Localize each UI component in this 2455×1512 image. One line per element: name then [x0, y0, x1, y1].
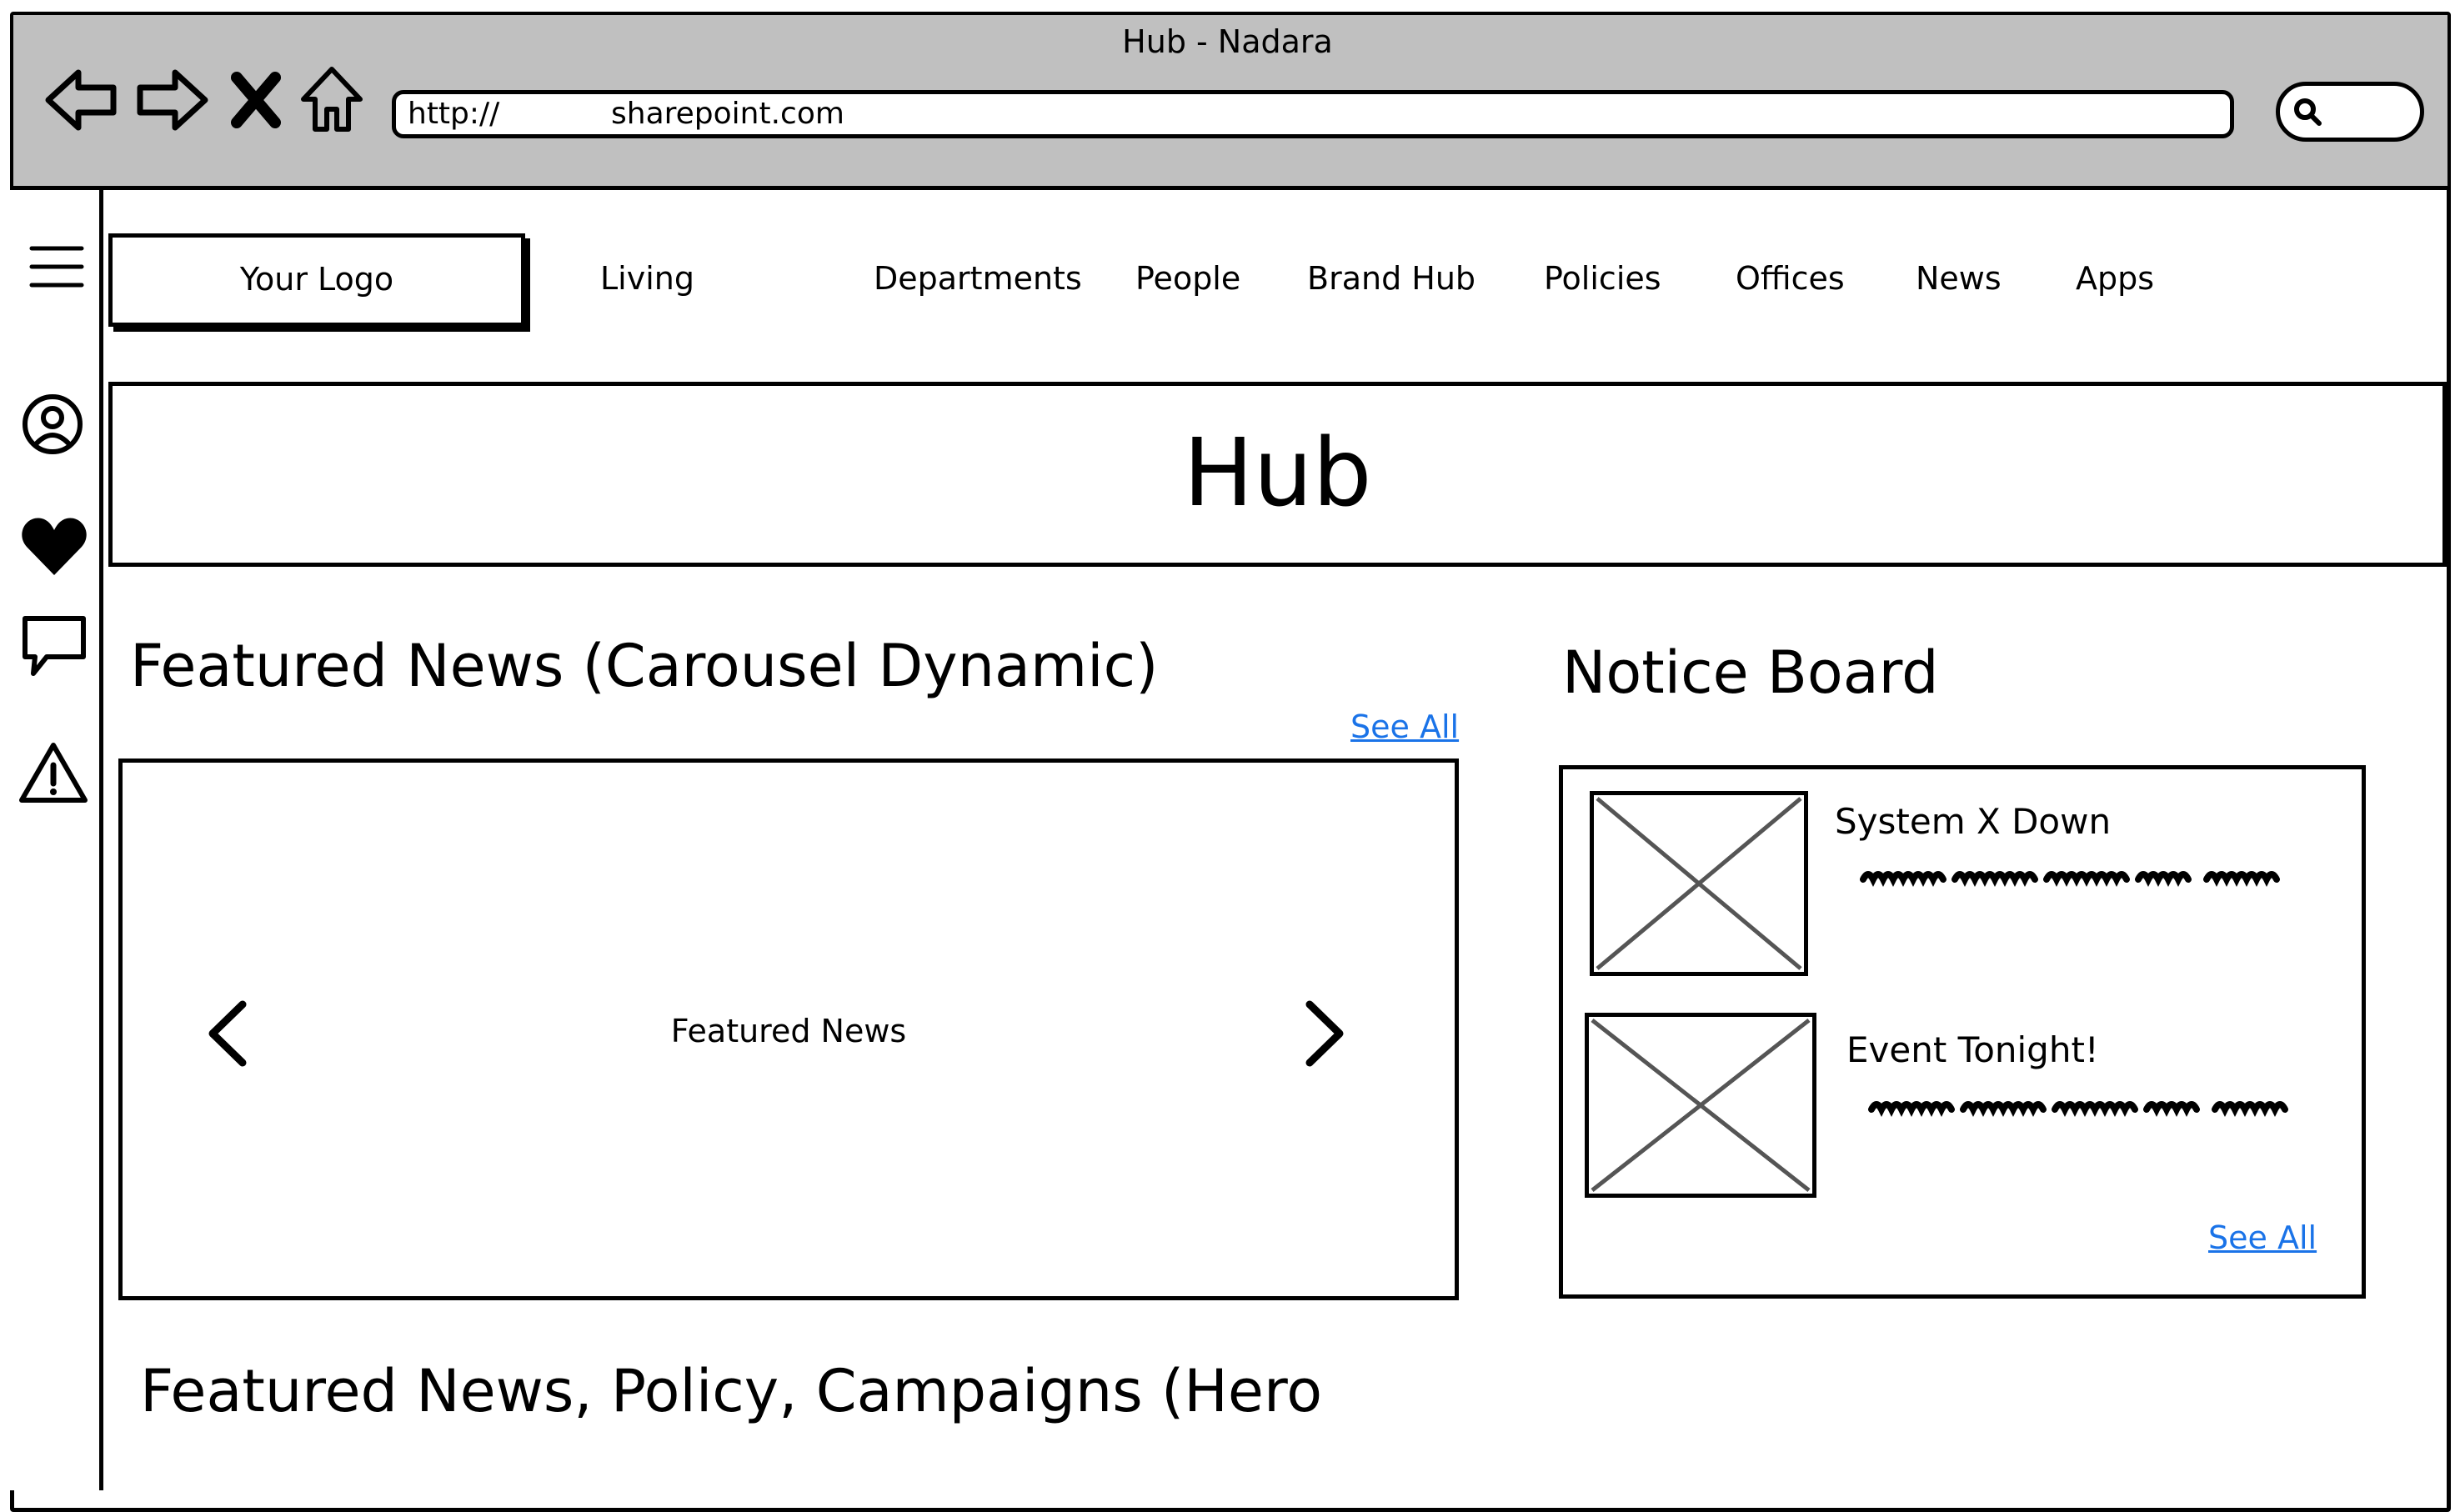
scribble-text-placeholder: [1868, 1101, 2288, 1117]
notice-image-placeholder: [1585, 1013, 1816, 1198]
close-icon[interactable]: [227, 63, 285, 138]
notice-board: System X Down Event Tonight! See All: [1559, 765, 2366, 1299]
user-circle-icon[interactable]: [17, 388, 92, 463]
window-title: Hub - Nadara: [1122, 23, 1333, 60]
notice-see-all-link[interactable]: See All: [2208, 1219, 2317, 1256]
search-icon: [2294, 98, 2322, 126]
nav-link-departments[interactable]: Departments: [874, 260, 1082, 297]
notice-item-title[interactable]: Event Tonight!: [1846, 1029, 2099, 1070]
page-title: Hub: [1183, 419, 1372, 528]
hero-section-heading: Featured News, Policy, Campaigns (Hero: [140, 1357, 1323, 1425]
notice-item-title[interactable]: System X Down: [1835, 801, 2111, 842]
url-protocol: http://: [408, 97, 500, 131]
back-arrow-icon[interactable]: [43, 63, 118, 138]
site-logo[interactable]: Your Logo: [108, 233, 525, 327]
notice-image-placeholder: [1590, 791, 1808, 976]
featured-news-heading: Featured News (Carousel Dynamic): [130, 632, 1159, 700]
address-bar[interactable]: http:// sharepoint.com: [392, 90, 2234, 138]
nav-link-people[interactable]: People: [1135, 260, 1240, 297]
nav-link-policies[interactable]: Policies: [1544, 260, 1661, 297]
image-placeholder-icon: [1591, 1019, 1811, 1192]
nav-link-living[interactable]: Living: [600, 260, 694, 297]
nav-link-apps[interactable]: Apps: [2076, 260, 2154, 297]
warning-icon[interactable]: [17, 737, 92, 812]
forward-arrow-icon[interactable]: [135, 63, 210, 138]
image-placeholder-icon: [1596, 797, 1802, 970]
browser-search-field[interactable]: [2276, 82, 2424, 142]
featured-see-all-link[interactable]: See All: [1350, 708, 1459, 745]
home-icon[interactable]: [298, 63, 365, 138]
url-host: sharepoint.com: [611, 97, 844, 131]
hero-banner: Hub: [108, 382, 2447, 567]
carousel-slide-label: Featured News: [670, 1013, 907, 1049]
notice-board-heading: Notice Board: [1562, 638, 1939, 707]
nav-link-offices[interactable]: Offices: [1736, 260, 1845, 297]
scribble-text-placeholder: [1860, 871, 2280, 887]
heart-icon[interactable]: [17, 508, 92, 583]
chevron-right-icon[interactable]: [1290, 988, 1356, 1079]
left-sidebar: [10, 190, 103, 1490]
comment-icon[interactable]: [17, 608, 92, 683]
hamburger-menu-icon[interactable]: [17, 230, 92, 305]
nav-link-news[interactable]: News: [1916, 260, 2002, 297]
nav-link-brand-hub[interactable]: Brand Hub: [1307, 260, 1476, 297]
featured-news-carousel: Featured News: [118, 759, 1459, 1300]
